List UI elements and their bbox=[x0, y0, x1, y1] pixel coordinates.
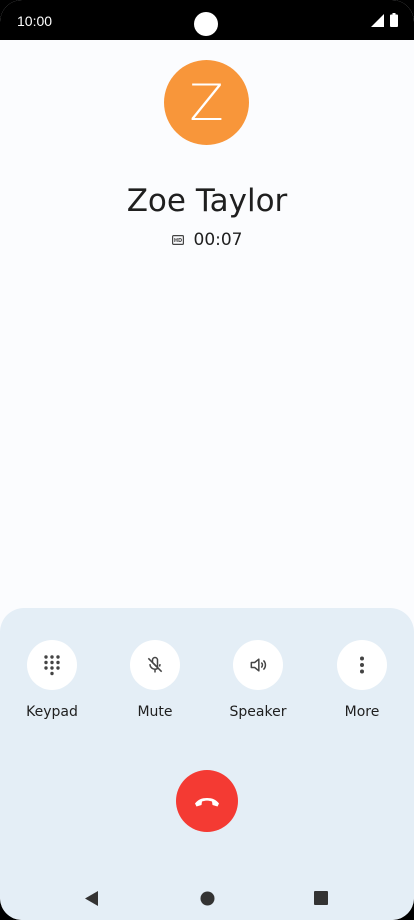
speaker-button[interactable] bbox=[233, 640, 283, 690]
recents-button[interactable] bbox=[311, 888, 331, 908]
back-triangle-icon bbox=[85, 890, 98, 906]
caller-avatar: Z bbox=[164, 60, 249, 145]
keypad-label: Keypad bbox=[26, 704, 78, 720]
home-circle-icon bbox=[200, 891, 214, 905]
hd-icon: HD bbox=[171, 235, 184, 245]
navigation-bar bbox=[0, 878, 414, 918]
mic-off-icon bbox=[147, 656, 163, 673]
call-controls-sheet: Keypad Mute Speaker More bbox=[0, 608, 414, 920]
signal-icon bbox=[371, 13, 384, 27]
front-camera bbox=[194, 12, 218, 36]
mute-label: Mute bbox=[137, 704, 173, 720]
call-duration: 00:07 bbox=[193, 230, 243, 250]
end-call-button[interactable] bbox=[176, 770, 238, 832]
call-info: HD 00:07 bbox=[0, 230, 414, 250]
keypad-button[interactable] bbox=[27, 640, 77, 690]
svg-text:HD: HD bbox=[173, 238, 181, 244]
call-end-icon bbox=[195, 798, 219, 807]
caller-name: Zoe Taylor bbox=[126, 183, 288, 219]
battery-icon bbox=[390, 13, 398, 27]
status-bar: 10:00 bbox=[0, 0, 414, 40]
speaker-control: Speaker bbox=[213, 640, 303, 720]
dialpad-icon bbox=[44, 655, 60, 676]
call-screen: 10:00 Z Zoe Taylor HD 00:07 Keypad Mute … bbox=[0, 0, 414, 920]
speaker-label: Speaker bbox=[229, 704, 287, 720]
screen-top bbox=[0, 40, 414, 60]
more-vert-icon bbox=[360, 656, 364, 674]
more-control: More bbox=[317, 640, 407, 720]
mute-button[interactable] bbox=[130, 640, 180, 690]
speaker-icon bbox=[250, 658, 267, 672]
more-button[interactable] bbox=[337, 640, 387, 690]
home-button[interactable] bbox=[197, 888, 217, 908]
back-button[interactable] bbox=[82, 888, 102, 908]
more-label: More bbox=[344, 704, 380, 720]
mute-control: Mute bbox=[110, 640, 200, 720]
status-icons bbox=[371, 13, 398, 27]
keypad-control: Keypad bbox=[7, 640, 97, 720]
recents-square-icon bbox=[314, 891, 328, 905]
status-time: 10:00 bbox=[17, 13, 53, 29]
